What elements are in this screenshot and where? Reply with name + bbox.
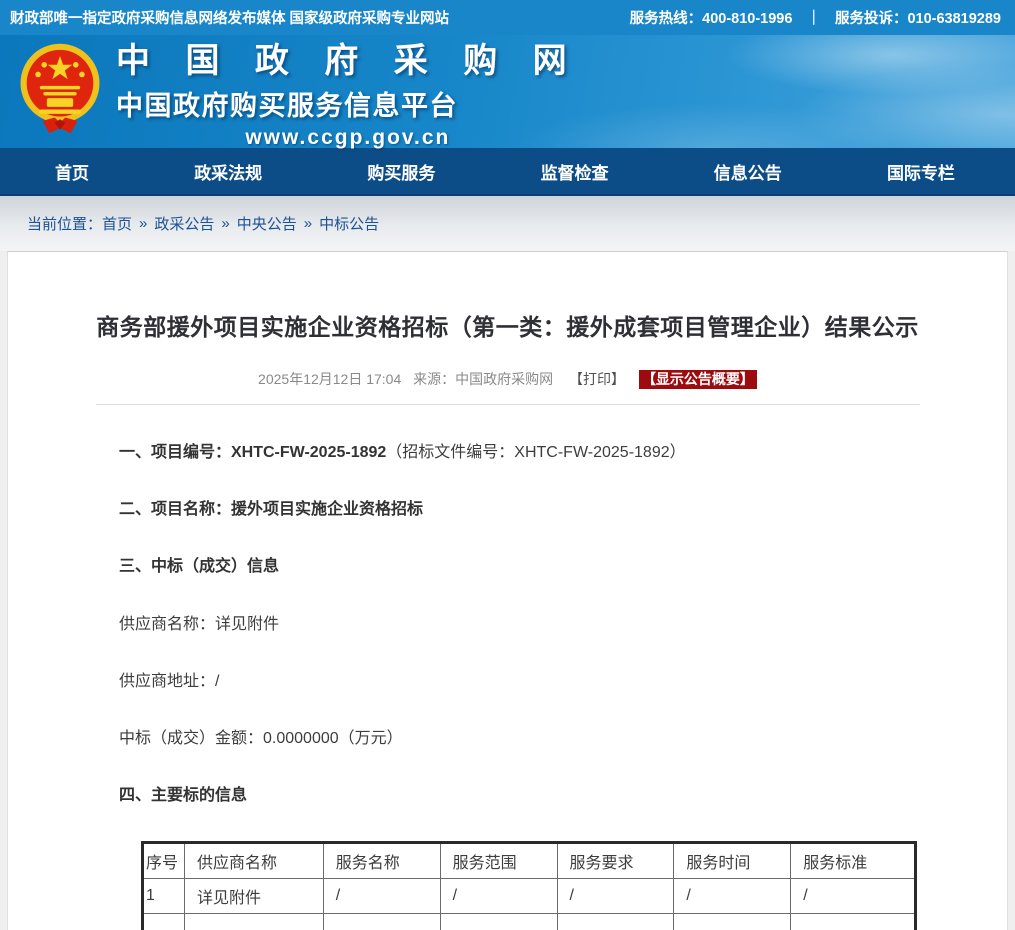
site-header: 中 国 政 府 采 购 网 中国政府购买服务信息平台 www.ccgp.gov.… xyxy=(0,35,1015,148)
site-name: 中 国 政 府 采 购 网 xyxy=(116,33,580,82)
breadcrumb-separator: » xyxy=(139,215,147,232)
publish-date: 2025年12月12日 17:04 xyxy=(258,371,401,387)
page-title: 商务部援外项目实施企业资格招标（第一类：援外成套项目管理企业）结果公示 xyxy=(48,308,967,342)
cell-service-name xyxy=(323,914,440,930)
table-row: 1 详见附件 / / / / / xyxy=(143,879,916,914)
cell-service-time xyxy=(674,914,791,930)
col-header-service-name: 服务名称 xyxy=(323,843,440,879)
supplier-name-line: 供应商名称：详见附件 xyxy=(119,615,917,634)
table-row xyxy=(143,914,916,930)
national-emblem-icon xyxy=(16,42,104,142)
meta-divider xyxy=(96,404,920,405)
article-body: 一、项目编号：XHTC-FW-2025-1892（招标文件编号：XHTC-FW-… xyxy=(119,443,917,930)
award-amount-line: 中标（成交）金额：0.0000000（万元） xyxy=(119,729,917,748)
breadcrumb-link-home[interactable]: 首页 xyxy=(102,213,132,234)
col-header-service-requirement: 服务要求 xyxy=(557,843,674,879)
cell-service-standard: / xyxy=(791,879,916,914)
col-header-seq: 序号 xyxy=(143,843,185,879)
print-button[interactable]: 【打印】 xyxy=(569,371,625,387)
nav-item-home[interactable]: 首页 xyxy=(55,159,89,184)
site-subtitle: 中国政府购买服务信息平台 xyxy=(116,84,580,123)
award-info-heading: 三、中标（成交）信息 xyxy=(119,557,917,576)
cell-supplier: 详见附件 xyxy=(185,879,324,914)
cell-service-scope: / xyxy=(440,879,557,914)
main-subject-table: 序号 供应商名称 服务名称 服务范围 服务要求 服务时间 服务标准 1 详见附件… xyxy=(141,841,917,930)
topbar-contacts: 服务热线：400-810-1996 ｜ 服务投诉：010-63819289 xyxy=(630,7,1001,28)
cell-seq: 1 xyxy=(143,879,185,914)
main-subject-heading: 四、主要标的信息 xyxy=(119,786,917,805)
site-url: www.ccgp.gov.cn xyxy=(116,126,580,150)
show-summary-button[interactable]: 【显示公告概要】 xyxy=(639,370,757,389)
supplier-address-line: 供应商地址：/ xyxy=(119,672,917,691)
cell-service-requirement xyxy=(557,914,674,930)
service-hotline: 服务热线：400-810-1996 xyxy=(630,7,793,28)
nav-item-international[interactable]: 国际专栏 xyxy=(887,159,955,184)
nav-item-supervision[interactable]: 监督检查 xyxy=(541,159,609,184)
project-number-bold: 一、项目编号：XHTC-FW-2025-1892 xyxy=(119,444,386,461)
cell-service-name: / xyxy=(323,879,440,914)
cell-service-time: / xyxy=(674,879,791,914)
breadcrumb: 当前位置： 首页 » 政采公告 » 中央公告 » 中标公告 xyxy=(0,196,1015,251)
logo-text-block: 中 国 政 府 采 购 网 中国政府购买服务信息平台 www.ccgp.gov.… xyxy=(116,33,580,150)
project-number-rest: （招标文件编号：XHTC-FW-2025-1892） xyxy=(386,444,685,461)
cell-supplier xyxy=(185,914,324,930)
project-name-line: 二、项目名称：援外项目实施企业资格招标 xyxy=(119,500,917,519)
content-panel: 商务部援外项目实施企业资格招标（第一类：援外成套项目管理企业）结果公示 2025… xyxy=(7,251,1008,930)
breadcrumb-separator: » xyxy=(221,215,229,232)
cell-service-scope xyxy=(440,914,557,930)
article-meta: 2025年12月12日 17:04 来源：中国政府采购网 【打印】 【显示公告概… xyxy=(8,369,1007,389)
site-logo[interactable]: 中 国 政 府 采 购 网 中国政府购买服务信息平台 www.ccgp.gov.… xyxy=(16,33,580,150)
nav-item-regulations[interactable]: 政采法规 xyxy=(194,159,262,184)
breadcrumb-separator: » xyxy=(304,215,312,232)
cell-seq xyxy=(143,914,185,930)
col-header-supplier: 供应商名称 xyxy=(185,843,324,879)
project-number-line: 一、项目编号：XHTC-FW-2025-1892（招标文件编号：XHTC-FW-… xyxy=(119,443,917,462)
cell-service-standard xyxy=(791,914,916,930)
site-slogan: 财政部唯一指定政府采购信息网络发布媒体 国家级政府采购专业网站 xyxy=(10,7,449,28)
breadcrumb-link-procurement-notices[interactable]: 政采公告 xyxy=(154,213,214,234)
service-complaint: 服务投诉：010-63819289 xyxy=(835,7,1001,28)
main-navigation: 首页 政采法规 购买服务 监督检查 信息公告 国际专栏 xyxy=(0,148,1015,196)
table-header-row: 序号 供应商名称 服务名称 服务范围 服务要求 服务时间 服务标准 xyxy=(143,843,916,879)
col-header-service-time: 服务时间 xyxy=(674,843,791,879)
col-header-service-scope: 服务范围 xyxy=(440,843,557,879)
cell-service-requirement: / xyxy=(557,879,674,914)
top-utility-bar: 财政部唯一指定政府采购信息网络发布媒体 国家级政府采购专业网站 服务热线：400… xyxy=(0,0,1015,35)
col-header-service-standard: 服务标准 xyxy=(791,843,916,879)
breadcrumb-prefix: 当前位置： xyxy=(27,213,102,234)
topbar-divider: ｜ xyxy=(806,7,821,28)
nav-item-announcements[interactable]: 信息公告 xyxy=(714,159,782,184)
breadcrumb-link-central-notices[interactable]: 中央公告 xyxy=(237,213,297,234)
breadcrumb-link-award-notices[interactable]: 中标公告 xyxy=(319,213,379,234)
article-source: 来源：中国政府采购网 xyxy=(413,371,553,387)
nav-item-purchase-services[interactable]: 购买服务 xyxy=(367,159,435,184)
